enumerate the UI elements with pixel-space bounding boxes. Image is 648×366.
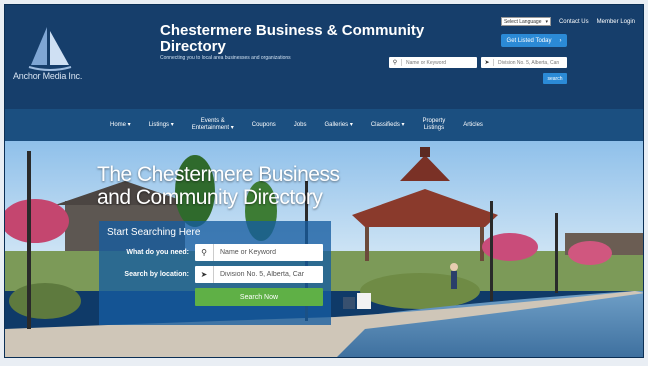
location-arrow-icon: ➤ [481,59,494,66]
site-header: Anchor Media Inc. Chestermere Business &… [5,5,643,109]
hero-search-panel: Start Searching Here What do you need: ⚲… [99,221,331,325]
nav-galleries-label: Galleries ▾ [324,121,353,128]
nav-events[interactable]: Events & Entertainment ▾ [183,118,243,132]
get-listed-label: Get Listed Today [506,37,552,44]
need-label: What do you need: [126,249,189,256]
nav-coupons-label: Coupons [251,121,276,128]
sailboat-logo-icon [28,27,72,71]
site-title-line1: Chestermere Business & Community [160,22,425,39]
browser-page: Anchor Media Inc. Chestermere Business &… [4,4,644,358]
contact-us-link[interactable]: Contact Us [559,19,589,25]
nav-classifieds-label: Classifieds ▾ [370,121,405,128]
nav-jobs[interactable]: Jobs [285,122,316,129]
location-value: Division No. 5, Alberta, Car [220,271,305,278]
nav-articles-label: Articles [463,121,483,128]
nav-articles[interactable]: Articles [454,122,492,129]
get-listed-button[interactable]: Get Listed Today › [501,34,567,47]
hero-title-line1: The Chestermere Business [97,163,340,186]
hero-title: The Chestermere Business and Community D… [97,163,340,209]
location-input[interactable]: ➤ Division No. 5, Alberta, Car [195,266,323,283]
search-icon: ⚲ [195,244,214,261]
main-nav: Home ▾ Listings ▾ Events & Entertainment … [5,109,643,141]
search-now-button[interactable]: Search Now [195,288,323,306]
header-search-button[interactable]: search [543,73,567,84]
nav-home-label: Home ▾ [110,121,131,128]
anchor-media-logo[interactable]: Anchor Media Inc. [13,25,95,87]
site-tagline: Connecting you to local area businesses … [160,55,291,61]
nav-classifieds[interactable]: Classifieds ▾ [362,122,414,129]
nav-home[interactable]: Home ▾ [101,122,140,129]
nav-galleries[interactable]: Galleries ▾ [315,122,361,129]
nav-property-label2: Listings [423,125,445,131]
hero-title-line2: and Community Directory [97,186,323,209]
language-select[interactable]: Select Language ▾ [500,17,551,26]
header-location-input[interactable]: ➤ Division No. 5, Alberta, Can [481,57,567,68]
search-icon: ⚲ [389,59,402,66]
nav-events-label2: Entertainment ▾ [191,125,234,131]
nav-listings-label: Listings ▾ [148,121,174,128]
nav-property-listings[interactable]: Property Listings [414,118,455,132]
location-row: Search by location: ➤ Division No. 5, Al… [107,266,323,283]
header-keyword-input[interactable]: ⚲ Name or Keyword [389,57,477,68]
header-search: ⚲ Name or Keyword ➤ Division No. 5, Albe… [389,57,567,68]
nav-listings[interactable]: Listings ▾ [140,122,183,129]
member-login-link[interactable]: Member Login [597,19,635,25]
need-input[interactable]: ⚲ Name or Keyword [195,244,323,261]
search-panel-title: Start Searching Here [107,227,201,238]
location-label: Search by location: [124,271,189,278]
hero-section: The Chestermere Business and Community D… [5,141,643,357]
nav-property-label: Property [422,118,446,124]
need-placeholder: Name or Keyword [220,249,277,256]
top-links: Select Language ▾ Contact Us Member Logi… [500,17,635,26]
chevron-down-icon: ▾ [545,18,548,25]
chevron-right-icon: › [559,37,562,44]
header-location-value: Division No. 5, Alberta, Can [498,59,560,66]
nav-jobs-label: Jobs [293,121,307,128]
location-arrow-icon: ➤ [195,266,214,283]
site-brand[interactable]: Chestermere Business & Community Directo… [160,22,425,62]
site-title-line2: Directory [160,38,226,55]
nav-events-label: Events & [200,118,225,124]
language-select-label: Select Language [503,18,542,25]
header-keyword-placeholder: Name or Keyword [406,59,447,66]
nav-coupons[interactable]: Coupons [243,122,285,129]
logo-company-name: Anchor Media Inc. [13,71,83,81]
need-row: What do you need: ⚲ Name or Keyword [107,244,323,261]
